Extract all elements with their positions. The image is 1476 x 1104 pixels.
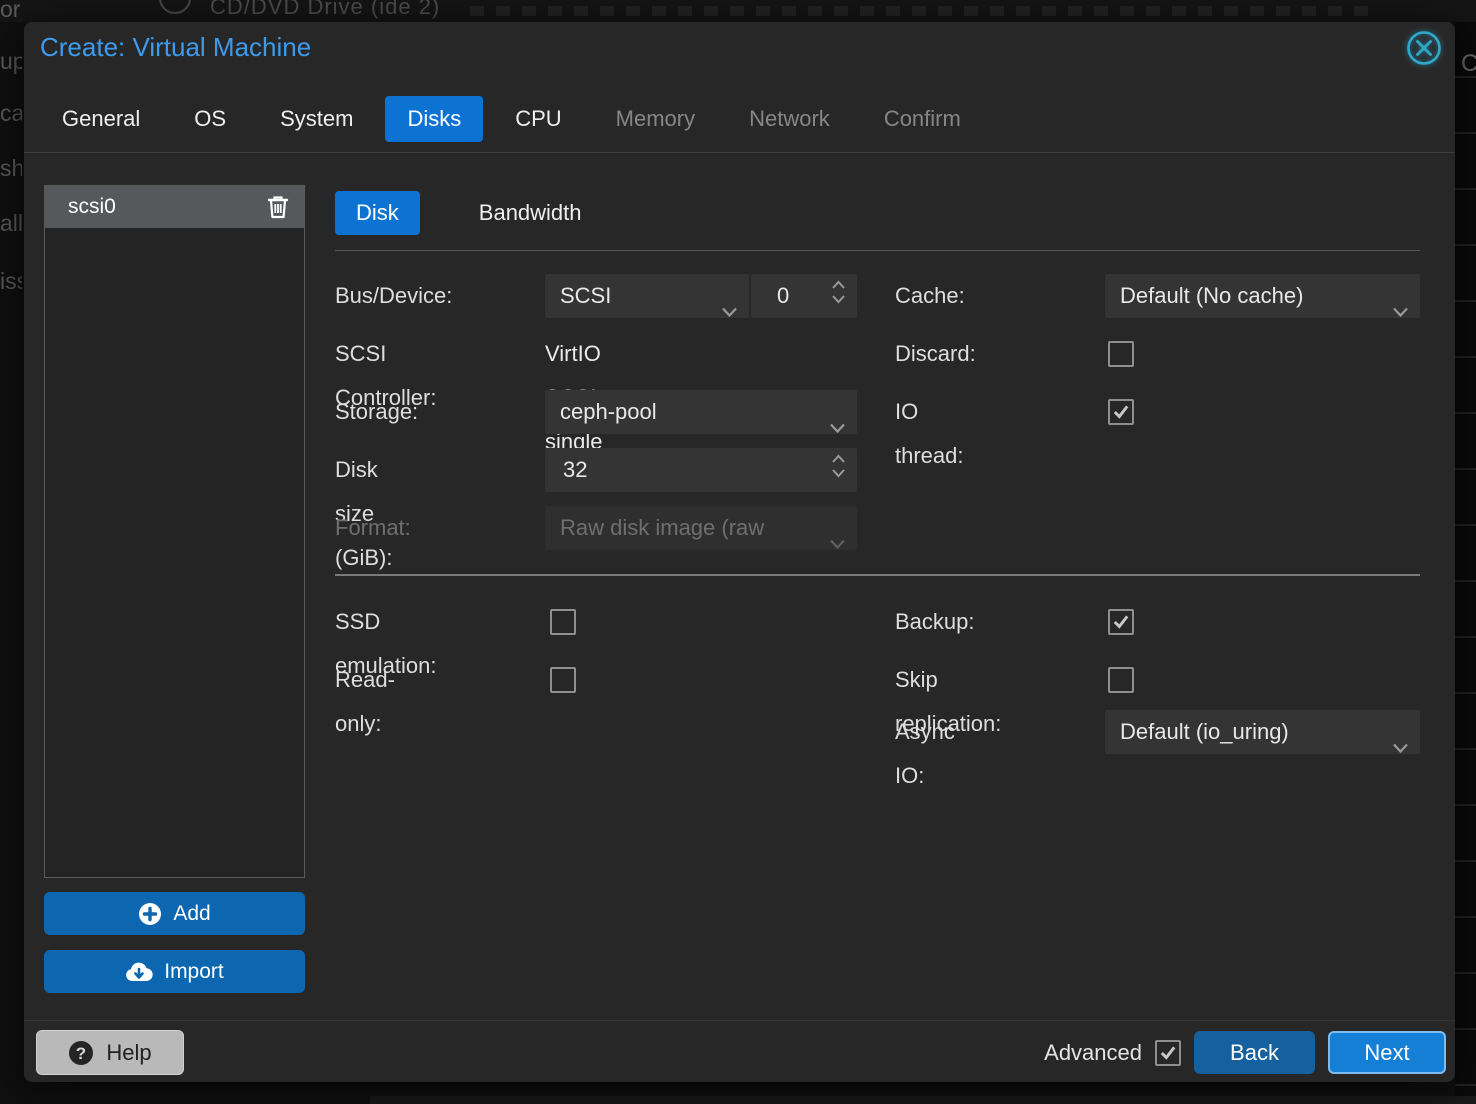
ssd-emulation-checkbox[interactable] — [550, 609, 576, 635]
chevron-down-icon — [829, 405, 846, 449]
cache-select-value: Default (No cache) — [1120, 283, 1303, 308]
bus-select-value: SCSI — [560, 283, 611, 308]
background-text-fragment: or — [0, 0, 22, 23]
plus-circle-icon — [138, 902, 162, 926]
format-label: Format: — [335, 506, 411, 550]
svg-text:?: ? — [76, 1044, 86, 1063]
dialog-title: Create: Virtual Machine — [40, 32, 311, 63]
disk-list-panel: scsi0 — [44, 185, 305, 878]
subtab-divider — [335, 250, 1420, 251]
background-text-fragment: ca — [0, 100, 22, 127]
disk-size-value: 32 — [563, 457, 587, 482]
background-blurred-text — [470, 6, 1370, 16]
background-table-edge: C — [1455, 22, 1476, 1104]
discard-label: Discard: — [895, 332, 976, 376]
background-text-fragment: CD/DVD Drive (ide 2) — [210, 0, 440, 20]
skip-replication-checkbox[interactable] — [1108, 667, 1134, 693]
background-table-row: CD/DVD Drive (ide 2) — [0, 0, 1476, 22]
backup-label: Backup: — [895, 600, 975, 644]
back-button[interactable]: Back — [1194, 1031, 1315, 1074]
backup-checkbox[interactable] — [1108, 609, 1134, 635]
tab-network: Network — [727, 96, 852, 142]
discard-checkbox[interactable] — [1108, 341, 1134, 367]
io-thread-checkbox[interactable] — [1108, 399, 1134, 425]
tab-os[interactable]: OS — [172, 96, 248, 142]
spinner-up-down-icon[interactable] — [831, 280, 846, 304]
spinner-up-down-icon[interactable] — [831, 454, 846, 478]
cache-select[interactable]: Default (No cache) — [1105, 274, 1420, 318]
format-select-disabled: Raw disk image (raw — [545, 506, 857, 550]
chevron-down-icon — [1392, 289, 1409, 333]
disk-item-label: scsi0 — [68, 195, 116, 219]
async-io-select[interactable]: Default (io_uring) — [1105, 710, 1420, 754]
import-disk-button[interactable]: Import — [44, 950, 305, 993]
back-button-label: Back — [1230, 1040, 1279, 1066]
tabbar-divider — [24, 152, 1455, 153]
advanced-label: Advanced — [1024, 1030, 1142, 1075]
cache-label: Cache: — [895, 274, 965, 318]
chevron-down-icon — [1392, 725, 1409, 769]
background-text-fragment: all — [0, 210, 22, 237]
advanced-section-divider — [335, 574, 1420, 576]
tab-cpu[interactable]: CPU — [493, 96, 583, 142]
cd-drive-icon — [157, 0, 193, 22]
tab-disks[interactable]: Disks — [385, 96, 483, 142]
add-button-label: Add — [173, 902, 210, 926]
bus-device-label: Bus/Device: — [335, 274, 452, 318]
tab-memory: Memory — [594, 96, 717, 142]
device-number-value: 0 — [777, 283, 789, 308]
chevron-down-icon — [829, 521, 846, 565]
advanced-checkbox[interactable] — [1155, 1040, 1181, 1066]
next-button[interactable]: Next — [1328, 1031, 1446, 1074]
background-text-fragment: C — [1461, 50, 1476, 78]
disk-subtabs: Disk Bandwidth — [335, 191, 603, 235]
background-text-fragment: up — [0, 48, 22, 75]
trash-icon[interactable] — [267, 195, 289, 219]
chevron-down-icon — [721, 289, 738, 333]
wizard-tabbar: General OS System Disks CPU Memory Netwo… — [40, 96, 983, 142]
read-only-label: Read-only: — [335, 658, 395, 746]
storage-label: Storage: — [335, 390, 418, 434]
disk-list-item-scsi0[interactable]: scsi0 — [45, 186, 304, 228]
format-select-value: Raw disk image (raw — [560, 515, 764, 540]
disk-size-input[interactable]: 32 — [545, 448, 857, 492]
background-text-fragment: iss — [0, 268, 22, 295]
cloud-download-icon — [125, 961, 153, 983]
close-icon[interactable] — [1405, 29, 1443, 67]
background-text-fragment: sh — [0, 155, 22, 182]
next-button-label: Next — [1364, 1040, 1409, 1066]
create-vm-dialog: Create: Virtual Machine General OS Syste… — [24, 22, 1455, 1082]
storage-select-value: ceph-pool — [560, 399, 657, 424]
tab-system[interactable]: System — [258, 96, 375, 142]
subtab-bandwidth[interactable]: Bandwidth — [458, 191, 603, 235]
footer-divider — [24, 1020, 1455, 1021]
subtab-disk[interactable]: Disk — [335, 191, 420, 235]
tab-confirm: Confirm — [862, 96, 983, 142]
help-button-label: Help — [106, 1040, 151, 1066]
bus-select[interactable]: SCSI — [545, 274, 749, 318]
io-thread-label: IO thread: — [895, 390, 964, 478]
background-strip — [370, 1096, 1476, 1104]
device-number-input[interactable]: 0 — [751, 274, 857, 318]
help-button[interactable]: ? Help — [36, 1030, 184, 1075]
storage-select[interactable]: ceph-pool — [545, 390, 857, 434]
add-disk-button[interactable]: Add — [44, 892, 305, 935]
async-io-select-value: Default (io_uring) — [1120, 719, 1289, 744]
async-io-label: Async IO: — [895, 710, 955, 798]
import-button-label: Import — [164, 960, 224, 984]
question-circle-icon: ? — [68, 1040, 94, 1066]
tab-general[interactable]: General — [40, 96, 162, 142]
read-only-checkbox[interactable] — [550, 667, 576, 693]
